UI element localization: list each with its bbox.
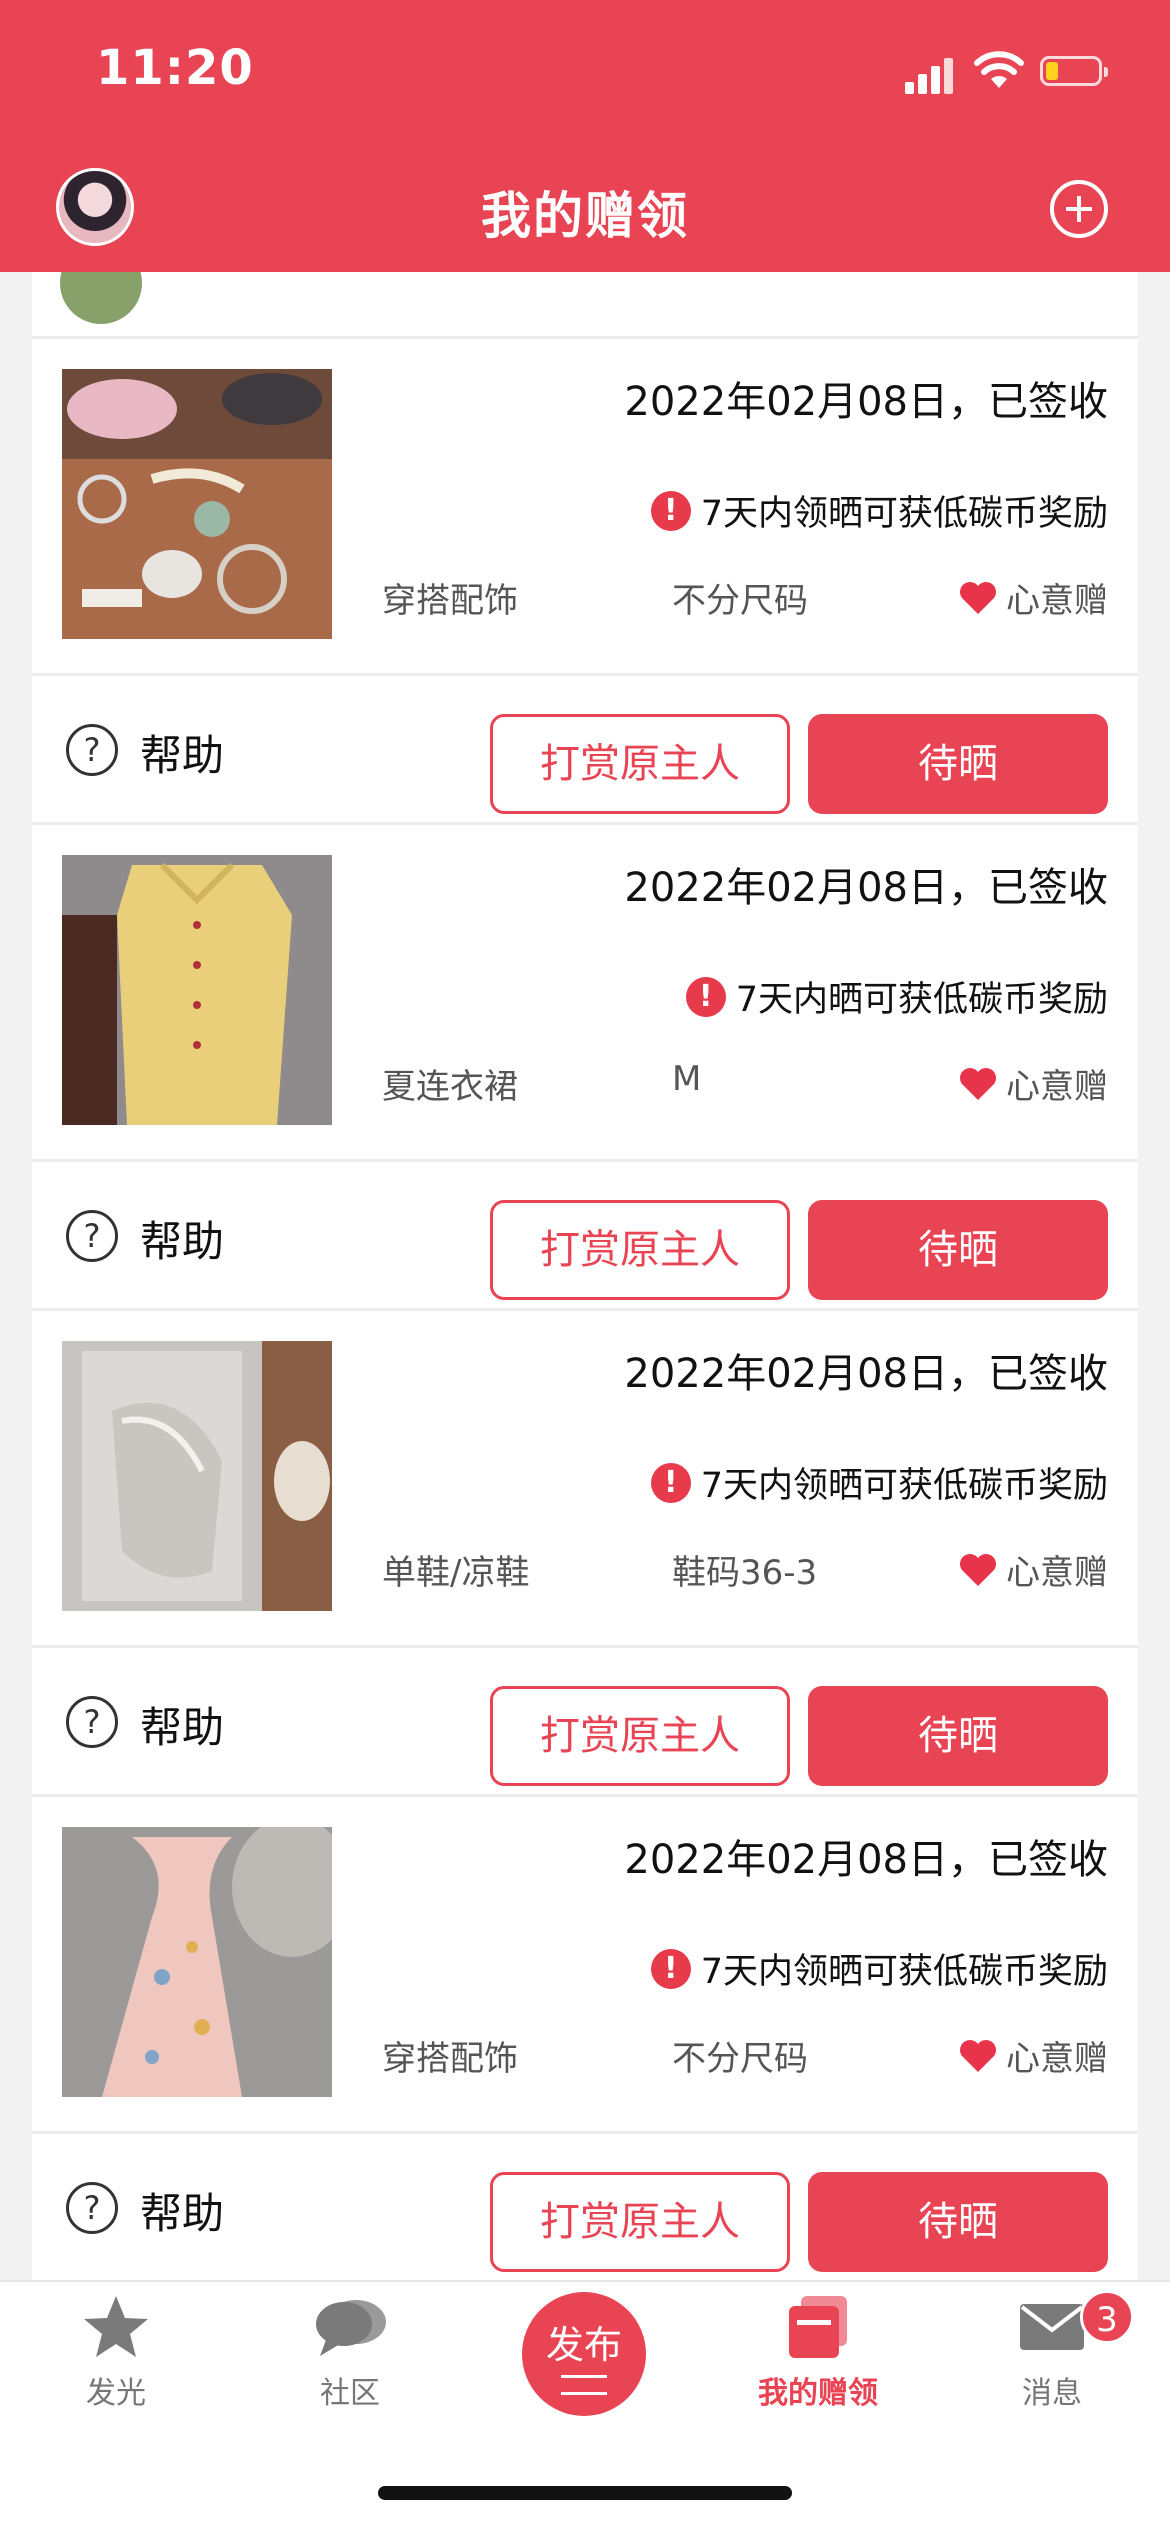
gift-type-label: 心意赠 xyxy=(1006,581,1108,621)
nav-bar: 我的赠领 xyxy=(0,150,1170,272)
reward-notice-text: 7天内晒可获低碳币奖励 xyxy=(735,980,1108,1020)
item-category: 穿搭配饰 xyxy=(382,581,518,621)
gift-type: 心意赠 xyxy=(958,2031,1108,2080)
avatar xyxy=(60,272,142,324)
product-thumbnail[interactable] xyxy=(62,369,332,639)
gift-type: 心意赠 xyxy=(958,573,1108,622)
tip-owner-button[interactable]: 打赏原主人 xyxy=(490,1200,790,1300)
pending-show-button[interactable]: 待晒 xyxy=(808,2172,1108,2272)
warning-icon: ! xyxy=(650,490,691,531)
gift-type-label: 心意赠 xyxy=(1006,1553,1108,1593)
help-link[interactable]: 帮助 xyxy=(140,722,224,783)
reward-notice: ! 7天内晒可获低碳币奖励 xyxy=(685,971,1108,1022)
tab-label: 社区 xyxy=(320,2376,380,2411)
reward-notice-text: 7天内领晒可获低碳币奖励 xyxy=(700,1466,1108,1506)
warning-icon: ! xyxy=(685,976,726,1017)
reward-notice-text: 7天内领晒可获低碳币奖励 xyxy=(700,494,1108,534)
status-bar: 11:20 xyxy=(0,0,1170,150)
item-category: 夏连衣裙 xyxy=(382,1067,518,1107)
tip-owner-button[interactable]: 打赏原主人 xyxy=(490,1686,790,1786)
message-badge: 3 xyxy=(1080,2290,1134,2344)
gift-type: 心意赠 xyxy=(958,1059,1108,1108)
gift-item-details[interactable]: 2022年02月08日，已签收 ! 7天内领晒可获低碳币奖励 穿搭配饰 不分尺码… xyxy=(32,1797,1138,2134)
tip-owner-button[interactable]: 打赏原主人 xyxy=(490,714,790,814)
tab-glow[interactable]: 发光 xyxy=(16,2292,216,2412)
page-title: 我的赠领 xyxy=(481,187,689,245)
help-icon[interactable]: ? xyxy=(66,1210,118,1262)
product-thumbnail[interactable] xyxy=(62,1827,332,2097)
tab-label: 我的赠领 xyxy=(758,2376,878,2411)
gift-list: 2022年02月08日，已签收 ! 7天内领晒可获低碳币奖励 穿搭配饰 不分尺码… xyxy=(32,272,1138,2280)
publish-label: 发布 xyxy=(545,2323,622,2367)
status-time: 11:20 xyxy=(96,40,254,96)
product-thumbnail[interactable] xyxy=(62,1341,332,1611)
item-size: 不分尺码 xyxy=(672,581,808,621)
publish-icon xyxy=(561,2375,607,2395)
heart-icon xyxy=(960,1067,996,1100)
gift-item-actions: ? 帮助 打赏原主人 待晒 xyxy=(32,1648,1138,1797)
tab-my-gifts[interactable]: 我的赠领 xyxy=(718,2292,918,2412)
star-icon xyxy=(84,2296,148,2357)
item-category: 穿搭配饰 xyxy=(382,2039,518,2079)
heart-icon xyxy=(960,1553,996,1586)
mail-icon xyxy=(1020,2304,1084,2350)
tab-label: 发光 xyxy=(86,2376,146,2411)
help-icon[interactable]: ? xyxy=(66,2182,118,2234)
cards-icon xyxy=(789,2296,847,2358)
reward-notice: ! 7天内领晒可获低碳币奖励 xyxy=(650,1943,1108,1994)
pending-show-button[interactable]: 待晒 xyxy=(808,1200,1108,1300)
help-link[interactable]: 帮助 xyxy=(140,1694,224,1755)
help-link[interactable]: 帮助 xyxy=(140,2180,224,2241)
tab-label: 消息 xyxy=(1022,2376,1082,2411)
gift-item-details[interactable]: 2022年02月08日，已签收 ! 7天内领晒可获低碳币奖励 穿搭配饰 不分尺码… xyxy=(32,339,1138,676)
help-link[interactable]: 帮助 xyxy=(140,1208,224,1269)
signed-date: 2022年02月08日，已签收 xyxy=(624,865,1108,911)
help-icon[interactable]: ? xyxy=(66,1696,118,1748)
gift-item-details[interactable]: 2022年02月08日，已签收 ! 7天内晒可获低碳币奖励 夏连衣裙 M 心意赠 xyxy=(32,825,1138,1162)
gift-type: 心意赠 xyxy=(958,1545,1108,1594)
heart-icon xyxy=(960,2039,996,2072)
heart-icon xyxy=(960,581,996,614)
item-size: 鞋码36-3 xyxy=(672,1553,818,1593)
chat-icon xyxy=(316,2300,386,2356)
cellular-signal-icon xyxy=(905,56,957,94)
warning-icon: ! xyxy=(650,1462,691,1503)
gift-type-label: 心意赠 xyxy=(1006,1067,1108,1107)
reward-notice-text: 7天内领晒可获低碳币奖励 xyxy=(700,1952,1108,1992)
battery-icon xyxy=(1040,56,1108,86)
publish-button[interactable]: 发布 xyxy=(522,2292,646,2416)
signed-date: 2022年02月08日，已签收 xyxy=(624,1351,1108,1397)
reward-notice: ! 7天内领晒可获低碳币奖励 xyxy=(650,485,1108,536)
item-size: 不分尺码 xyxy=(672,2039,808,2079)
list-item-partial xyxy=(32,272,1138,339)
gift-item-details[interactable]: 2022年02月08日，已签收 ! 7天内领晒可获低碳币奖励 单鞋/凉鞋 鞋码3… xyxy=(32,1311,1138,1648)
help-icon[interactable]: ? xyxy=(66,724,118,776)
product-thumbnail[interactable] xyxy=(62,855,332,1125)
signed-date: 2022年02月08日，已签收 xyxy=(624,379,1108,425)
pending-show-button[interactable]: 待晒 xyxy=(808,714,1108,814)
tab-community[interactable]: 社区 xyxy=(250,2292,450,2412)
gift-item-actions: ? 帮助 打赏原主人 待晒 xyxy=(32,2134,1138,2280)
item-category: 单鞋/凉鞋 xyxy=(382,1553,530,1593)
home-indicator[interactable] xyxy=(378,2486,792,2500)
signed-date: 2022年02月08日，已签收 xyxy=(624,1837,1108,1883)
item-size: M xyxy=(672,1059,702,1099)
warning-icon: ! xyxy=(650,1948,691,1989)
reward-notice: ! 7天内领晒可获低碳币奖励 xyxy=(650,1457,1108,1508)
pending-show-button[interactable]: 待晒 xyxy=(808,1686,1108,1786)
tip-owner-button[interactable]: 打赏原主人 xyxy=(490,2172,790,2272)
gift-type-label: 心意赠 xyxy=(1006,2039,1108,2079)
gift-item-actions: ? 帮助 打赏原主人 待晒 xyxy=(32,676,1138,825)
gift-item-actions: ? 帮助 打赏原主人 待晒 xyxy=(32,1162,1138,1311)
add-circle-icon[interactable] xyxy=(1050,180,1108,238)
wifi-icon xyxy=(974,51,1024,88)
